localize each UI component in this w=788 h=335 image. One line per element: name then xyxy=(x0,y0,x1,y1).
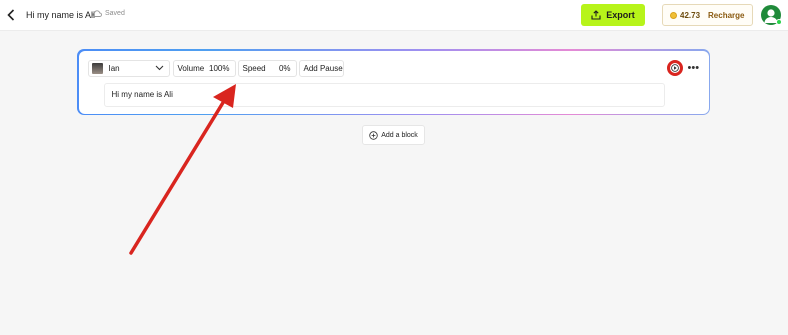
credits-panel: 42.73 Recharge xyxy=(662,4,753,26)
play-icon xyxy=(670,63,679,72)
top-bar: Hi my name is Ali Saved Export 42.73 Rec… xyxy=(0,0,788,31)
coin-icon xyxy=(670,11,677,19)
add-pause-label: Add Pause xyxy=(303,63,343,73)
chevron-left-icon xyxy=(7,9,15,21)
more-options-icon[interactable]: ••• xyxy=(688,62,700,74)
voice-avatar xyxy=(91,62,103,74)
voice-selector[interactable]: Ian xyxy=(87,59,170,77)
chevron-down-icon xyxy=(155,65,163,70)
voice-name: Ian xyxy=(108,63,120,73)
export-button[interactable]: Export xyxy=(581,4,645,26)
speed-value: 0% xyxy=(278,63,291,73)
speed-label: Speed xyxy=(242,63,266,73)
plus-circle-icon xyxy=(369,130,378,140)
cloud-icon xyxy=(92,10,102,17)
document-title[interactable]: Hi my name is Ali xyxy=(26,10,95,20)
volume-control[interactable]: Volume 100% xyxy=(172,59,236,77)
upload-icon xyxy=(591,10,601,20)
play-button[interactable] xyxy=(666,59,683,76)
volume-value: 100% xyxy=(209,63,230,73)
volume-label: Volume xyxy=(177,63,205,73)
saved-label: Saved xyxy=(105,10,125,17)
saved-status: Saved xyxy=(92,10,125,17)
online-status-dot xyxy=(776,19,782,25)
recharge-button[interactable]: Recharge xyxy=(708,11,744,20)
export-label: Export xyxy=(606,10,635,20)
speed-control[interactable]: Speed 0% xyxy=(237,59,297,77)
speech-block: Ian Volume 100% Speed 0% Add Pause Hi my… xyxy=(77,49,710,115)
credit-balance: 42.73 xyxy=(680,10,701,20)
add-pause-button[interactable]: Add Pause xyxy=(298,59,344,77)
add-block-button[interactable]: Add a block xyxy=(362,125,425,145)
add-block-label: Add a block xyxy=(381,131,418,139)
back-button[interactable] xyxy=(4,7,18,23)
block-text-input[interactable]: Hi my name is Ali xyxy=(103,82,665,107)
speech-block-inner: Ian Volume 100% Speed 0% Add Pause Hi my… xyxy=(78,50,709,114)
